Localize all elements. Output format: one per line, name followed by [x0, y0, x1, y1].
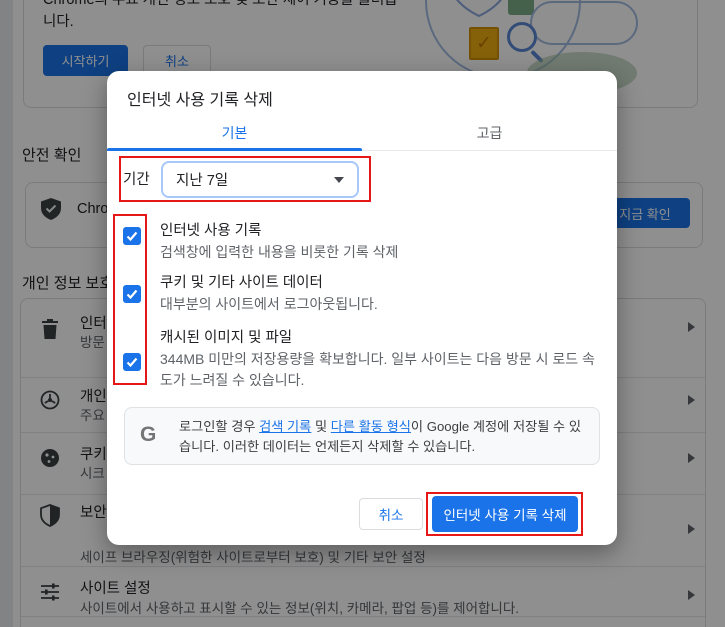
checkbox-cached-files-label: 캐시된 이미지 및 파일 [160, 330, 293, 346]
dialog-title: 인터넷 사용 기록 삭제 [127, 92, 273, 109]
active-tab-underline [107, 148, 362, 151]
search-history-link[interactable]: 검색 기록 [259, 419, 311, 434]
checkbox-cookies[interactable] [123, 285, 141, 303]
checkbox-cached-files-description: 344MB 미만의 저장용량을 확보합니다. 일부 사이트는 다음 방문 시 로… [160, 351, 595, 388]
dialog-confirm-button[interactable]: 인터넷 사용 기록 삭제 [432, 496, 578, 532]
dialog-tabs: 기본 고급 [107, 115, 617, 151]
other-activity-link[interactable]: 다른 활동 형식 [331, 419, 411, 434]
tab-basic[interactable]: 기본 [107, 115, 362, 151]
checkbox-cached-files[interactable] [123, 353, 141, 371]
screen: Chrome의 주요 개인 정보 보호 및 보안 제어 기능을 둘러봅 니다. … [0, 0, 725, 627]
dropdown-arrow-icon [334, 176, 344, 183]
checkbox-browsing-history-description: 검색창에 입력한 내용을 비롯한 기록 삭제 [160, 244, 399, 260]
tab-advanced[interactable]: 고급 [362, 115, 617, 151]
checkbox-cookies-label: 쿠키 및 기타 사이트 데이터 [160, 275, 323, 291]
google-g-icon: G [140, 423, 157, 446]
dialog-cancel-button[interactable]: 취소 [359, 498, 423, 530]
google-account-note: G 로그인할 경우 검색 기록 및 다른 활동 형식이 Google 계정에 저… [124, 407, 600, 465]
check-icon [126, 231, 138, 242]
note-text-part1: 로그인할 경우 [179, 419, 260, 434]
checkbox-browsing-history[interactable] [123, 227, 141, 245]
time-range-label: 기간 [123, 172, 150, 188]
clear-browsing-data-dialog: 인터넷 사용 기록 삭제 기본 고급 기간 지난 7일 인터넷 사용 기록 검색… [107, 71, 617, 545]
note-text-part2: 및 [311, 419, 331, 434]
google-note-text: 로그인할 경우 검색 기록 및 다른 활동 형식이 Google 계정에 저장될… [179, 417, 593, 457]
time-range-value: 지난 7일 [176, 173, 229, 189]
time-range-select[interactable]: 지난 7일 [161, 161, 359, 198]
checkbox-cookies-description: 대부분의 사이트에서 로그아웃됩니다. [160, 296, 378, 312]
checkbox-browsing-history-label: 인터넷 사용 기록 [160, 223, 262, 239]
check-icon [126, 357, 138, 368]
check-icon [126, 289, 138, 300]
